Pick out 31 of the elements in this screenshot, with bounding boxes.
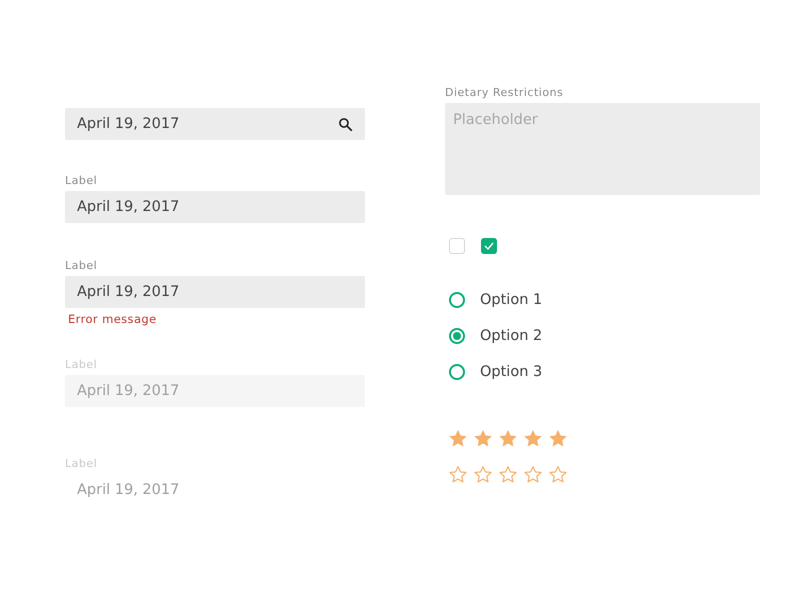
- input-field[interactable]: April 19, 2017: [65, 276, 365, 308]
- star-icon[interactable]: [449, 466, 467, 483]
- radio-button[interactable]: [449, 328, 465, 344]
- star-icon[interactable]: [524, 430, 542, 447]
- star-icon[interactable]: [474, 430, 492, 447]
- field-value: April 19, 2017: [77, 199, 180, 215]
- input-field[interactable]: April 19, 2017: [65, 191, 365, 223]
- radio-label: Option 3: [480, 364, 542, 380]
- star-icon[interactable]: [499, 430, 517, 447]
- checkbox[interactable]: [481, 238, 497, 254]
- radio-label: Option 2: [480, 328, 542, 344]
- search-icon[interactable]: [338, 116, 353, 132]
- field-value: April 19, 2017: [77, 116, 180, 132]
- checkbox[interactable]: [449, 238, 465, 254]
- search-field[interactable]: April 19, 2017: [65, 108, 365, 140]
- radio-button[interactable]: [449, 292, 465, 308]
- radio-button[interactable]: [449, 364, 465, 380]
- error-message: Error message: [68, 312, 158, 326]
- star-icon[interactable]: [524, 466, 542, 483]
- star-icon[interactable]: [499, 466, 517, 483]
- field-value: April 19, 2017: [77, 284, 180, 300]
- check-icon: [484, 242, 494, 250]
- star-icon[interactable]: [549, 430, 567, 447]
- star-icon[interactable]: [449, 430, 467, 447]
- field-label: Label: [65, 259, 98, 272]
- text-area[interactable]: Placeholder: [445, 103, 760, 195]
- star-icon[interactable]: [549, 466, 567, 483]
- radio-label: Option 1: [480, 292, 542, 308]
- field-label: Label: [65, 174, 98, 187]
- star-icon[interactable]: [474, 466, 492, 483]
- field-label: Dietary Restrictions: [445, 86, 564, 99]
